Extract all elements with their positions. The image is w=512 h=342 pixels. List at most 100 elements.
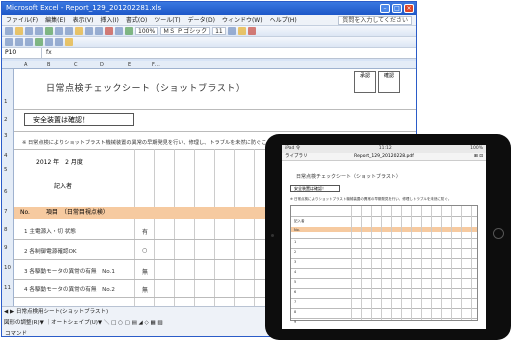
pdf-grid-vline (451, 206, 452, 320)
pdf-row-label: 7 (294, 300, 297, 304)
menu-format[interactable]: 書式(O) (126, 15, 147, 25)
pdf-grid-vline (441, 206, 442, 320)
row-4[interactable]: 4 (4, 153, 8, 159)
row-8[interactable]: 8 (4, 227, 8, 233)
print-icon[interactable] (35, 27, 43, 35)
header-item: 項目 （日常目視点検） (45, 209, 109, 216)
list-item: 3 各駆動モータの異常の有無 No.1 (24, 267, 115, 275)
column-headers: A B C D E F… (2, 61, 416, 69)
col-c[interactable]: C (74, 62, 78, 68)
status-text: コマンド (5, 331, 28, 337)
new-icon[interactable] (5, 27, 13, 35)
item-label: 主電源入・切 状態 (29, 229, 76, 235)
ipad-status-bar: iPad 令 11:12 100% (282, 145, 486, 153)
copy-icon[interactable] (65, 27, 73, 35)
pdf-grid-vline (401, 206, 402, 320)
item-no: 1 (24, 229, 28, 235)
col-d[interactable]: D (100, 62, 104, 68)
pdf-grid-vline (391, 206, 392, 320)
row-7[interactable]: 7 (4, 209, 8, 215)
home-button[interactable] (493, 228, 504, 239)
align-right-icon[interactable] (25, 38, 33, 46)
pdf-row-label: 2 (294, 250, 297, 254)
col-e[interactable]: E (128, 62, 131, 68)
spellcheck-icon[interactable] (45, 27, 53, 35)
pdf-doc-title: 日常点検チェックシート（ショットブラスト） (296, 174, 401, 180)
list-item: 1 主電源入・切 状態 (24, 227, 76, 235)
menu-insert[interactable]: 挿入(I) (100, 15, 118, 25)
font-size-select[interactable]: 11 (212, 27, 226, 35)
col-b[interactable]: B (47, 62, 50, 68)
cut-icon[interactable] (55, 27, 63, 35)
zoom-select[interactable]: 100% (135, 27, 159, 35)
minimize-icon[interactable]: – (380, 4, 390, 13)
sort-icon[interactable] (115, 27, 123, 35)
date-cell: 2012 年 2 月度 (36, 159, 83, 166)
pdf-row-label: 1 (294, 240, 297, 244)
pdf-note: ※ 日常点検によりショットブラスト機械装置の異常の早期発見を行い、修理しトラブル… (290, 197, 452, 201)
pdf-section-label: 安全装置は確認！ (290, 185, 340, 192)
formula-input[interactable]: fx (42, 48, 52, 58)
pdf-actions-icon[interactable]: ⊞ ⊡ (474, 153, 483, 161)
row-2[interactable]: 2 (4, 117, 8, 123)
row-10[interactable]: 10 (4, 265, 11, 271)
menu-tools[interactable]: ツール(T) (154, 15, 180, 25)
paste-icon[interactable] (75, 27, 83, 35)
help-search-input[interactable]: 質問を入力してください (338, 16, 412, 25)
item-mark: 無 (142, 287, 149, 294)
font-color-icon[interactable] (247, 27, 256, 35)
row-1[interactable]: 1 (4, 99, 8, 105)
font-name-select[interactable]: ＭＳ Ｐゴシック (160, 27, 211, 35)
menu-edit[interactable]: 編集(E) (45, 15, 65, 25)
menu-window[interactable]: ウィンドウ(W) (222, 15, 263, 25)
align-left-icon[interactable] (5, 38, 13, 46)
menu-help[interactable]: ヘルプ(H) (270, 15, 297, 25)
header-no: No. (20, 209, 30, 216)
ipad-device: iPad 令 11:12 100% ライブラリ Report_129_20120… (265, 134, 511, 340)
excel-title-bar: Microsoft Excel - Report_129_201202281.x… (2, 2, 416, 15)
pdf-grid-vline (411, 206, 412, 320)
formula-bar: P10 fx (2, 48, 416, 59)
menu-data[interactable]: データ(D) (188, 15, 215, 25)
row-3[interactable]: 3 (4, 133, 8, 139)
pdf-grid-line (291, 238, 477, 239)
chart-icon[interactable] (125, 27, 133, 35)
percent-icon[interactable] (45, 38, 53, 46)
pdf-title: Report_129_20120228.pdf (354, 154, 414, 159)
ipad-screen: iPad 令 11:12 100% ライブラリ Report_129_20120… (282, 145, 486, 329)
col-a[interactable]: A (24, 62, 27, 68)
pdf-grid-line (291, 278, 477, 279)
borders-icon[interactable] (65, 38, 73, 46)
menu-file[interactable]: ファイル(F) (6, 15, 38, 25)
autosum-icon[interactable] (105, 27, 113, 35)
pdf-grid-line (291, 298, 477, 299)
screenshot-stage: Microsoft Excel - Report_129_201202281.x… (0, 0, 512, 342)
pdf-grid-vline (381, 206, 382, 320)
sheet-tab[interactable]: ◀ ▶ 日常点検用シート(ショットブラスト) (4, 308, 108, 317)
clock: 11:12 (378, 146, 392, 151)
merge-icon[interactable] (35, 38, 43, 46)
row-6[interactable]: 6 (4, 189, 8, 195)
comma-icon[interactable] (55, 38, 63, 46)
approval-stamp-box: 承認 (354, 71, 376, 93)
pdf-page[interactable]: 日常点検チェックシート（ショットブラスト） 安全装置は確認！ ※ 日常点検により… (288, 165, 480, 325)
row-9[interactable]: 9 (4, 245, 8, 251)
save-icon[interactable] (25, 27, 33, 35)
pdf-row-label: 3 (294, 260, 297, 264)
bold-icon[interactable] (227, 27, 236, 35)
row-11[interactable]: 11 (4, 285, 11, 291)
window-title: Microsoft Excel - Report_129_201202281.x… (6, 4, 162, 12)
row-5[interactable]: 5 (4, 167, 8, 173)
open-icon[interactable] (15, 27, 23, 35)
row-headers: 1 2 3 4 5 6 7 8 9 10 11 (2, 69, 14, 306)
name-box[interactable]: P10 (2, 48, 42, 58)
formatting-toolbar (2, 37, 416, 48)
close-icon[interactable]: × (404, 4, 414, 13)
maximize-icon[interactable]: □ (392, 4, 402, 13)
col-f[interactable]: F… (152, 62, 160, 68)
fill-color-icon[interactable] (237, 27, 246, 35)
undo-icon[interactable] (85, 27, 93, 35)
align-center-icon[interactable] (15, 38, 23, 46)
menu-view[interactable]: 表示(V) (73, 15, 94, 25)
redo-icon[interactable] (95, 27, 103, 35)
